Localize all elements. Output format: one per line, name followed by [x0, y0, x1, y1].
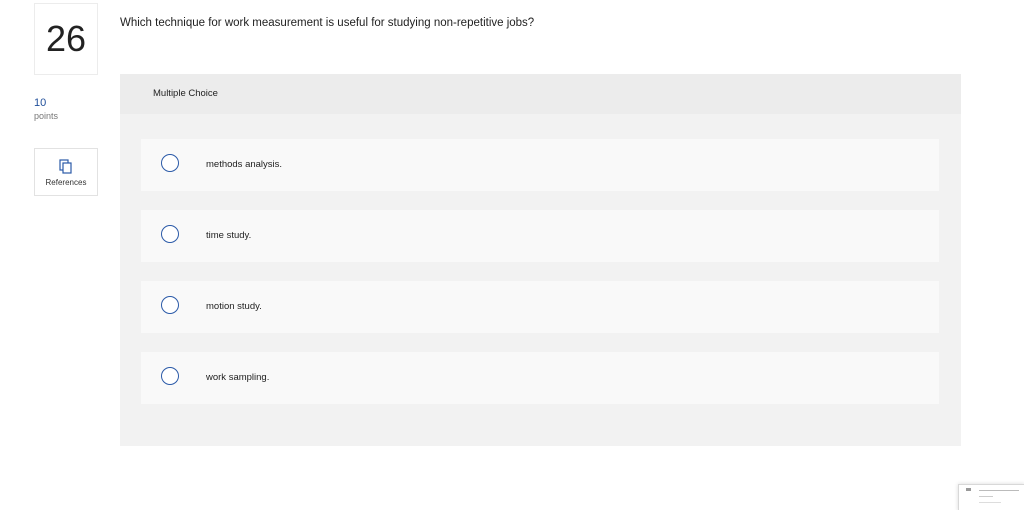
radio-button[interactable]: [161, 296, 179, 314]
multiple-choice-header: Multiple Choice: [120, 74, 961, 114]
answer-option-label: methods analysis.: [206, 159, 283, 170]
question-number: 26: [45, 18, 87, 59]
thumbnail-line: [979, 502, 1001, 503]
thumbnail-number-mark: [966, 488, 971, 491]
references-button[interactable]: References: [34, 148, 98, 196]
answer-option[interactable]: motion study.: [141, 281, 939, 333]
answer-option-label: time study.: [206, 230, 252, 241]
answer-option-label: work sampling.: [206, 372, 270, 383]
page-thumbnail-preview[interactable]: [958, 484, 1024, 510]
answer-option[interactable]: methods analysis.: [141, 139, 939, 191]
thumbnail-line: [979, 496, 993, 497]
answer-option[interactable]: work sampling.: [141, 352, 939, 404]
points-block: 10 points: [34, 97, 58, 123]
radio-button[interactable]: [161, 154, 179, 172]
references-label: References: [45, 177, 87, 187]
question-number-box: 26: [34, 3, 98, 75]
answer-option-label: motion study.: [206, 301, 262, 312]
points-value: 10: [34, 97, 47, 109]
copy-icon: [59, 158, 72, 174]
points-label: points: [34, 111, 59, 121]
thumbnail-line: [979, 490, 1019, 491]
radio-button[interactable]: [161, 225, 179, 243]
radio-button[interactable]: [161, 367, 179, 385]
question-text: Which technique for work measurement is …: [120, 17, 535, 29]
multiple-choice-title: Multiple Choice: [153, 88, 218, 99]
answer-option[interactable]: time study.: [141, 210, 939, 262]
quiz-page: 26 10 points References Which technique …: [0, 0, 1024, 510]
multiple-choice-panel: Multiple Choice methods analysis. time s…: [120, 74, 961, 446]
